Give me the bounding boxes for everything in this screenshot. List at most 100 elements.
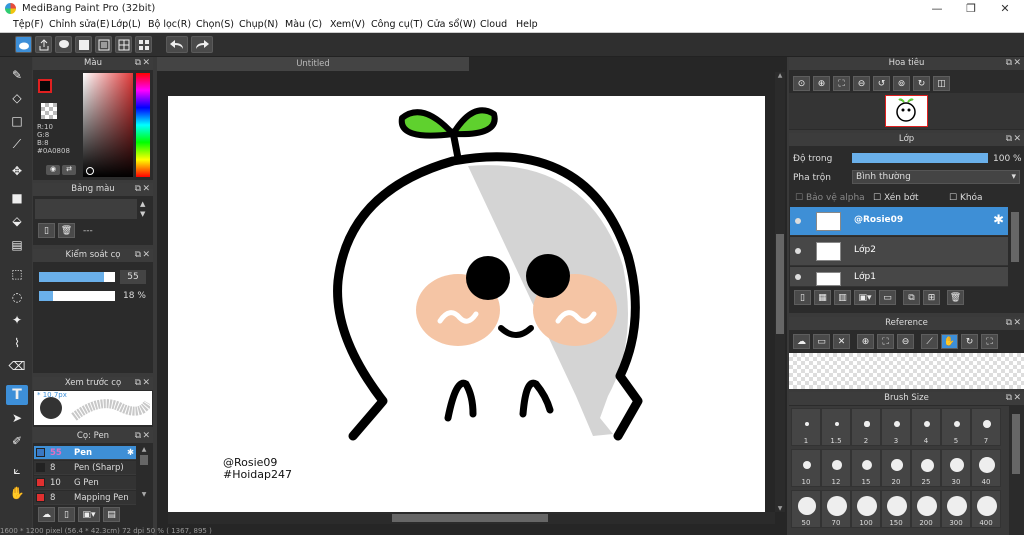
- brush-size-200[interactable]: 200: [911, 490, 941, 528]
- rotate-left-icon[interactable]: ↺: [873, 76, 890, 91]
- divide-tool-icon[interactable]: ✐: [6, 431, 28, 451]
- close-icon[interactable]: ✕: [142, 249, 150, 262]
- popout-icon[interactable]: ⧉: [135, 57, 141, 70]
- gradient-tool-icon[interactable]: ▤: [6, 235, 28, 255]
- popout-icon[interactable]: ⧉: [135, 377, 141, 390]
- drawing-canvas[interactable]: @Rosie09 #Hoidap247: [168, 96, 765, 512]
- eyedropper-tool-icon[interactable]: ⟀: [6, 460, 28, 480]
- brush-size-25[interactable]: 25: [911, 449, 941, 487]
- bucket-tool-icon[interactable]: ⬙: [6, 211, 28, 231]
- brush-settings-icon[interactable]: ▤: [103, 507, 120, 522]
- popout-icon[interactable]: ⧉: [135, 249, 141, 262]
- eye-icon[interactable]: [795, 218, 801, 224]
- popout-icon[interactable]: ⧉: [135, 183, 141, 196]
- delete-palette-icon[interactable]: 🗑: [58, 223, 75, 238]
- list-icon[interactable]: [95, 36, 112, 53]
- menu-edit[interactable]: Chỉnh sửa(E): [49, 17, 110, 33]
- brush-item-mapping-pen[interactable]: 8 Mapping Pen: [34, 491, 136, 505]
- rectangle-tool-icon[interactable]: □: [6, 111, 28, 131]
- horizontal-scrollbar[interactable]: [168, 512, 775, 524]
- brush-size-30[interactable]: 30: [941, 449, 971, 487]
- rotate-right-icon[interactable]: ↻: [913, 76, 930, 91]
- brush-size-1[interactable]: 1: [791, 408, 821, 446]
- fit-window-icon[interactable]: ⛶: [981, 334, 998, 349]
- brush-size-70[interactable]: 70: [821, 490, 851, 528]
- brush-size-2[interactable]: 2: [851, 408, 881, 446]
- reference-canvas[interactable]: [789, 353, 1024, 389]
- brush-opacity-slider[interactable]: [39, 291, 115, 301]
- menu-filter[interactable]: Bộ lọc(R): [148, 17, 191, 33]
- eye-icon[interactable]: [795, 248, 801, 254]
- brush-size-15[interactable]: 15: [851, 449, 881, 487]
- close-button[interactable]: ✕: [988, 0, 1022, 17]
- menu-select[interactable]: Chọn(S): [196, 17, 234, 33]
- select-eraser-tool-icon[interactable]: ⌫: [6, 356, 28, 376]
- hue-slider[interactable]: [136, 73, 150, 177]
- cloud-icon[interactable]: [15, 36, 32, 53]
- note-icon[interactable]: [75, 36, 92, 53]
- close-icon[interactable]: ✕: [142, 430, 150, 443]
- minimize-button[interactable]: —: [920, 0, 954, 17]
- brush-size-40[interactable]: 40: [971, 449, 1001, 487]
- menu-tools[interactable]: Công cụ(T): [371, 17, 423, 33]
- brush-item-g-pen[interactable]: 10 G Pen: [34, 476, 136, 490]
- close-icon[interactable]: ✕: [142, 183, 150, 196]
- hand-icon[interactable]: ✋: [941, 334, 958, 349]
- menu-capture[interactable]: Chụp(N): [239, 17, 278, 33]
- clipping-option[interactable]: ☐ Xén bớt: [873, 193, 919, 203]
- vertical-scrollbar[interactable]: ▲ ▼: [775, 72, 785, 512]
- fit-icon[interactable]: ⛶: [877, 334, 894, 349]
- brush-size-4[interactable]: 4: [911, 408, 941, 446]
- close-icon[interactable]: ✕: [1013, 57, 1021, 70]
- brush-size-20[interactable]: 20: [881, 449, 911, 487]
- menu-cloud[interactable]: Cloud: [480, 17, 507, 33]
- lasso-tool-icon[interactable]: ◌: [6, 287, 28, 307]
- menu-layer[interactable]: Lớp(L): [111, 17, 141, 33]
- popout-icon[interactable]: ⧉: [1006, 317, 1012, 330]
- tab-untitled[interactable]: Untitled: [157, 57, 469, 71]
- eye-icon[interactable]: [795, 274, 801, 280]
- brush-item-pen[interactable]: 55 Pen ✱: [34, 446, 136, 460]
- menu-window[interactable]: Cửa sổ(W): [427, 17, 476, 33]
- pen-line-tool-icon[interactable]: ⟋: [6, 134, 28, 154]
- close-icon[interactable]: ✕: [1013, 392, 1021, 405]
- brush-size-1-5[interactable]: 1.5: [821, 408, 851, 446]
- brush-size-scrollbar[interactable]: [1011, 408, 1021, 528]
- palette-scroll[interactable]: ▲ ▼: [140, 199, 145, 219]
- popout-icon[interactable]: ⧉: [135, 430, 141, 443]
- navigator-thumbnail[interactable]: [885, 95, 928, 127]
- fit-window-icon[interactable]: ⛶: [833, 76, 850, 91]
- swap-icon[interactable]: ⇄: [62, 165, 76, 175]
- zoom-in-icon[interactable]: ⊕: [813, 76, 830, 91]
- brush-tool-icon[interactable]: ✎: [6, 65, 28, 85]
- new-layer-icon[interactable]: ▯: [794, 290, 811, 305]
- brush-size-100[interactable]: 100: [851, 490, 881, 528]
- brush-size-5[interactable]: 5: [941, 408, 971, 446]
- hand-tool-icon[interactable]: ✋: [6, 483, 28, 503]
- operation-tool-icon[interactable]: ➤: [6, 408, 28, 428]
- blend-mode-select[interactable]: Bình thường ▾: [852, 170, 1020, 184]
- close-icon[interactable]: ✕: [1013, 133, 1021, 146]
- eyedropper-icon[interactable]: ⟋: [921, 334, 938, 349]
- zoom-out-icon[interactable]: ⊖: [853, 76, 870, 91]
- brush-size-150[interactable]: 150: [881, 490, 911, 528]
- zoom-out-icon[interactable]: ⊖: [897, 334, 914, 349]
- transparent-color-swatch[interactable]: [41, 103, 57, 119]
- maximize-button[interactable]: ❐: [954, 0, 988, 17]
- palette-area[interactable]: [35, 199, 137, 219]
- fill-rect-tool-icon[interactable]: ■: [6, 188, 28, 208]
- gear-icon[interactable]: ✱: [127, 446, 134, 460]
- menu-file[interactable]: Tệp(F): [13, 17, 44, 33]
- protect-alpha-option[interactable]: ☐ Bảo vệ alpha: [795, 193, 865, 203]
- lock-option[interactable]: ☐ Khóa: [949, 193, 983, 203]
- rect-select-tool-icon[interactable]: ⬚: [6, 264, 28, 284]
- layer-row-lop2[interactable]: Lớp2: [790, 237, 1008, 266]
- new-palette-icon[interactable]: ▯: [38, 223, 55, 238]
- picker-cursor[interactable]: [86, 167, 94, 175]
- cloud-reference-icon[interactable]: ☁: [793, 334, 810, 349]
- layer-menu-icon[interactable]: ▣▾: [854, 290, 876, 305]
- select-pen-tool-icon[interactable]: ⌇: [6, 333, 28, 353]
- redo-icon[interactable]: [191, 36, 213, 53]
- eye-icon[interactable]: ◉: [46, 165, 60, 175]
- saturation-value-picker[interactable]: [83, 73, 133, 177]
